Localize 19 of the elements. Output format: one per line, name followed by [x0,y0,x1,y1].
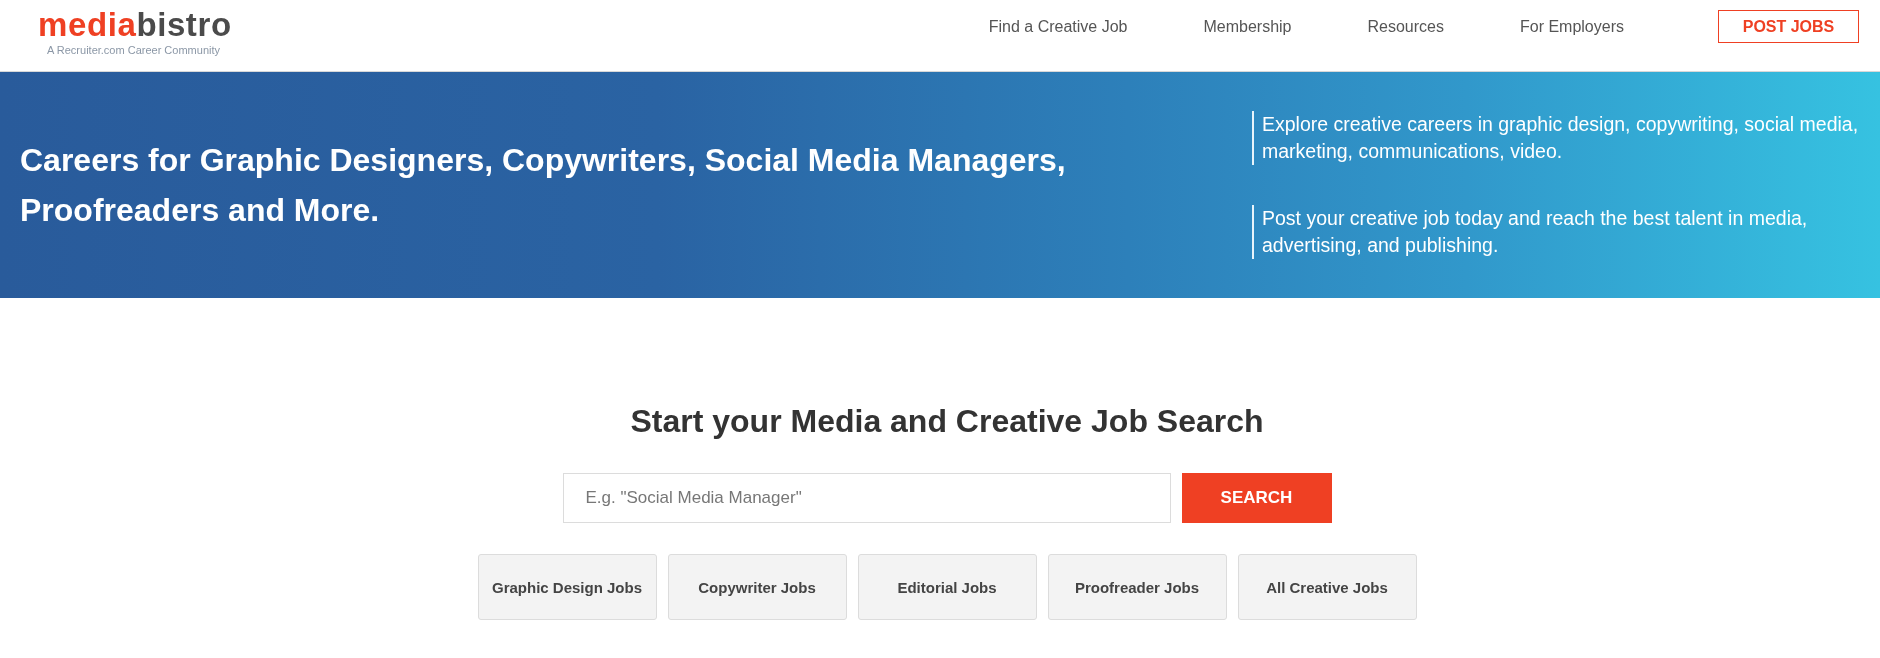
logo-link[interactable]: mediabistro A Recruiter.com Career Community [38,8,232,57]
hero-blurb: Explore creative careers in graphic design, copywriting, social media, marketing, communications, video. [1252,111,1874,165]
nav-link[interactable]: For Employers [1519,17,1624,36]
category-button[interactable]: Editorial Jobs [857,554,1037,620]
category-button[interactable]: Graphic Design Jobs [477,554,657,620]
post-jobs-button[interactable]: POST JOBS [1718,10,1859,43]
hero-headline: Careers for Graphic Designers, Copywriters, Social Media Managers, Proofreaders and More. [20,141,1067,230]
category-button[interactable]: Proofreader Jobs [1047,554,1227,620]
nav-link[interactable]: Find a Creative Job [988,17,1128,36]
hero-blurb: Post your creative job today and reach the best talent in media, advertising, and publishing. [1252,205,1874,259]
nav-link[interactable]: Resources [1367,17,1444,36]
nav-link[interactable]: Membership [1203,17,1292,36]
category-button[interactable]: Copywriter Jobs [667,554,847,620]
category-button[interactable]: All Creative Jobs [1237,554,1417,620]
logo-wordmark: mediabistro [38,8,232,42]
search-button[interactable]: SEARCH [1181,473,1332,523]
logo-tagline: A Recruiter.com Career Community [47,44,220,57]
search-title: Start your Media and Creative Job Search [630,402,1264,441]
search-field[interactable]: E.g. "Social Media Manager" [562,473,1171,523]
